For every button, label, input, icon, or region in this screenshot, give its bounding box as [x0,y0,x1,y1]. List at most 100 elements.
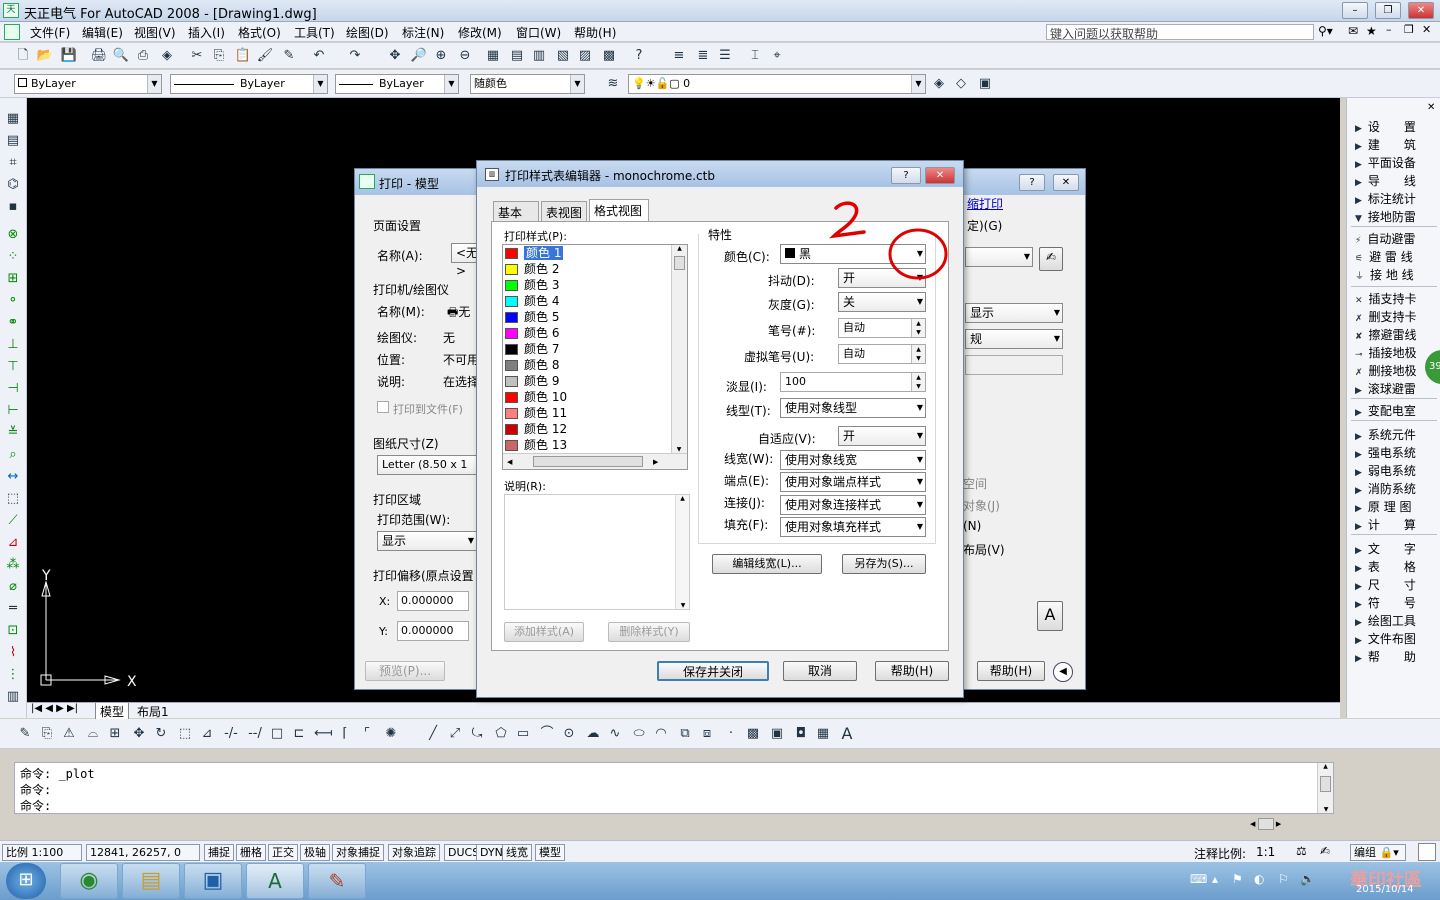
plot-option-object[interactable]: 对象(J) [963,497,1000,514]
style-editor-help-button[interactable]: ? [891,167,921,184]
taskbar-app-media[interactable]: ▣ [184,863,242,899]
tool-icon-12[interactable]: ⊤ [4,358,22,376]
grid-toggle[interactable]: 栅格 [236,844,266,861]
mtext-icon[interactable]: A [838,725,856,743]
tool-icon-27[interactable]: ▥ [4,688,22,706]
offset-icon[interactable]: ⌓ [84,725,102,743]
grayscale-select[interactable]: 关 ▼ [838,292,926,312]
panel-item-insert-ground[interactable]: ⊸ 插接地极 [1355,344,1435,361]
cancel-button[interactable]: 取消 [783,661,857,681]
tray-arrow-icon[interactable]: ▴ [1212,872,1218,886]
panel-item-rolling-sphere[interactable]: ▶ 滚球避雷 [1355,380,1435,397]
menu-tools[interactable]: 工具(T) [294,24,335,41]
list-item[interactable]: 颜色 9 [505,373,673,389]
properties-icon[interactable]: ▦ [484,47,502,65]
tray-keyboard-icon[interactable]: ⌨ [1190,872,1207,886]
list-item[interactable]: 颜色 12 [505,421,673,437]
tool-icon-3[interactable]: ⌗ [4,154,22,172]
tool-icon-24[interactable]: ⊡ [4,622,22,640]
rectangle-icon[interactable]: ▭ [514,725,532,743]
panel-item-delete-bracket[interactable]: ✗ 删支持卡 [1355,308,1435,325]
tool-icon-10[interactable]: ⚭ [4,314,22,332]
offset-x-input[interactable]: 0.000000 [397,591,469,611]
move-icon[interactable]: ✥ [130,725,148,743]
help-button[interactable]: 帮助(H) [875,661,949,681]
plot-range-select[interactable]: 显示 ▼ [377,531,477,551]
paste-icon[interactable]: 📋 [234,47,252,65]
clean-screen-icon[interactable] [1418,843,1436,861]
paper-size-select[interactable]: Letter (8.50 x 1 [377,455,477,475]
spline-icon[interactable]: ∿ [606,725,624,743]
chamfer-icon[interactable]: ⌈ [336,725,354,743]
osnap-toggle[interactable]: 对象捕捉 [332,844,384,861]
layer-previous-icon[interactable]: ◇ [952,75,970,93]
app-icon[interactable]: 天 [3,3,19,18]
copy-object-icon[interactable]: ⎘ [38,725,56,743]
match-properties-icon[interactable]: 🖌 [256,47,274,65]
panel-item-annotation-stats[interactable]: ▶ 标注统计 [1355,190,1435,207]
zoom-window-icon[interactable]: ⊕ [432,47,450,65]
tray-flag-icon[interactable]: ⚐ [1278,872,1289,886]
tray-volume-icon[interactable]: 🔈 [1300,872,1315,886]
plot-dpi-field[interactable] [965,355,1063,375]
panel-item-power-system[interactable]: ▶ 强电系统 [1355,444,1435,461]
menu-format[interactable]: 格式(O) [238,24,281,41]
tool-icon-4[interactable]: ⌬ [4,176,22,194]
spinner-arrows-icon[interactable]: ▲ ▼ [911,319,925,337]
taskbar-app-explorer[interactable]: ▤ [122,863,180,899]
tool-icon-8[interactable]: ⊞ [4,270,22,288]
text-tool-icon[interactable]: ⌶ [746,47,764,65]
join-icon[interactable]: ⟻ [314,725,333,743]
break2-icon[interactable]: ⊏ [290,725,308,743]
mirror-icon[interactable]: ⚠ [60,725,78,743]
panel-close-icon[interactable]: ✕ [1427,102,1435,113]
auto-scale-icon[interactable]: ✍ [1320,844,1330,858]
sheet-set-icon[interactable]: ▧ [554,47,572,65]
make-block-icon[interactable]: ⧈ [698,725,716,743]
plot-help-button[interactable]: ? [1019,174,1045,191]
ortho-toggle[interactable]: 正交 [268,844,298,861]
panel-item-ground-wire[interactable]: ⏚ 接 地 线 [1355,266,1435,283]
panel-item-erase-lightning[interactable]: ✘ 擦避雷线 [1355,326,1435,343]
tool-icon-1[interactable]: ▦ [4,110,22,128]
group-edit-indicator[interactable]: 编组 🔒▾ [1350,844,1406,861]
panel-item-draw-tools[interactable]: ▶ 绘图工具 [1355,612,1435,629]
new-icon[interactable]: 🗋 [14,47,32,65]
panel-item-table[interactable]: ▶ 表 格 [1355,558,1435,575]
panel-item-calculate[interactable]: ▶ 计 算 [1355,516,1435,533]
tab-table-view[interactable]: 表视图 [541,201,587,221]
taskbar-app-browser[interactable]: ◉ [60,863,118,899]
pen-spinner[interactable]: 自动 ▲ ▼ [838,318,926,338]
panel-item-text[interactable]: ▶ 文 字 [1355,540,1435,557]
help-icon[interactable]: ? [630,47,648,65]
scale-display[interactable]: 比例 1:100 [2,844,82,861]
panel-item-settings[interactable]: ▶ 设 置 [1355,118,1435,135]
list-item[interactable]: 颜色 2 [505,261,673,277]
preview-icon[interactable]: 🔍 [112,47,130,65]
tool-icon-7[interactable]: ⁘ [4,248,22,266]
tool-icon-19[interactable]: ⟋ [4,512,22,530]
menu-dimension[interactable]: 标注(N) [402,24,444,41]
polyline-icon[interactable]: ⤿ [468,725,486,743]
description-scrollbar[interactable]: ▲ ▼ [675,495,689,609]
tab-layout1[interactable]: 布局1 [133,703,173,720]
plot-quality-select[interactable]: 规 ▼ [965,329,1063,349]
plot-orientation-icon[interactable]: A [1037,601,1063,631]
tool-icon-26[interactable]: ⋮ [4,666,22,684]
tool-icon-5[interactable]: ▪ [4,198,22,216]
tab-nav-arrows-icon[interactable]: |◀ ◀ ▶ ▶| [31,703,78,714]
menu-file[interactable]: 文件(F) [30,24,70,41]
list-item[interactable]: 颜色 6 [505,325,673,341]
region-icon[interactable]: ◘ [792,725,810,743]
lineweight-toggle[interactable]: 线宽 [502,844,532,861]
list-item[interactable]: 颜色 13 [505,437,673,453]
joinstyle-select[interactable]: 使用对象连接样式 ▼ [780,495,926,515]
layer-tool-icon[interactable]: ≡ [670,47,688,65]
menu-help[interactable]: 帮助(H) [574,24,616,41]
design-center-icon[interactable]: ▤ [508,47,526,65]
panel-item-weak-current[interactable]: ▶ 弱电系统 [1355,462,1435,479]
menu-modify[interactable]: 修改(M) [458,24,502,41]
redo-icon[interactable]: ↷ [346,47,364,65]
screening-spinner[interactable]: 100 ▲ ▼ [780,372,926,392]
fillet-icon[interactable]: ⌜ [358,725,376,743]
